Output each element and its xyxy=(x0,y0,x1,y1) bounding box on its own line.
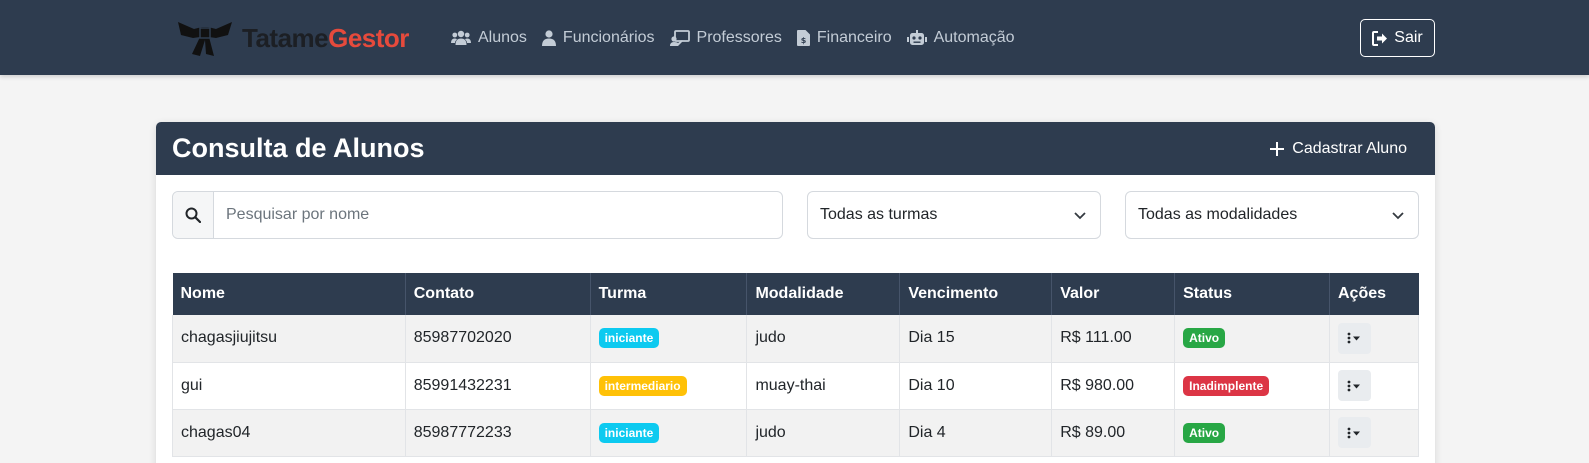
plus-icon xyxy=(1270,142,1285,156)
cell-modalidade: judo xyxy=(746,315,901,363)
app-logo[interactable]: TatameGestor xyxy=(176,18,409,58)
modalidade-select[interactable]: Todas as modalidades xyxy=(1125,191,1419,239)
cell-valor: R$ 89.00 xyxy=(1051,409,1176,457)
cell-contato: 85987772233 xyxy=(405,409,591,457)
cell-modalidade: muay-thai xyxy=(746,362,901,410)
more-options-caret-icon xyxy=(1348,427,1361,438)
column-header[interactable]: Status xyxy=(1174,273,1330,315)
column-header[interactable]: Modalidade xyxy=(746,273,901,315)
row-actions-button[interactable] xyxy=(1337,370,1371,401)
column-header[interactable]: Turma xyxy=(590,273,748,315)
row-actions-button[interactable] xyxy=(1337,417,1371,448)
cell-nome: gui xyxy=(172,362,406,410)
cell-vencimento: Dia 10 xyxy=(899,362,1053,410)
chevron-down-icon xyxy=(1074,212,1086,220)
nav-alunos[interactable]: Alunos xyxy=(451,29,527,47)
table-row[interactable]: chagasjiujitsu 85987702020 iniciante jud… xyxy=(172,315,1420,363)
students-table: Nome Contato Turma Modalidade Vencimento… xyxy=(172,273,1420,457)
turma-select[interactable]: Todas as turmas xyxy=(807,191,1101,239)
turma-badge: iniciante xyxy=(598,328,660,349)
table-header-row: Nome Contato Turma Modalidade Vencimento… xyxy=(172,273,1419,315)
cell-contato: 85987702020 xyxy=(405,315,591,363)
nav-financeiro[interactable]: $ Financeiro xyxy=(796,28,892,47)
status-badge: Ativo xyxy=(1183,422,1226,443)
logo-text-part1: Tatame xyxy=(242,22,329,53)
cell-nome: chagas04 xyxy=(172,409,406,457)
user-icon xyxy=(541,29,556,46)
more-options-caret-icon xyxy=(1348,332,1361,344)
logout-label: Sair xyxy=(1394,29,1423,46)
svg-text:$: $ xyxy=(801,36,807,45)
table-row[interactable]: gui 85991432231 intermediario muay-thai … xyxy=(172,362,1420,410)
logo-text-part2: Gestor xyxy=(328,22,409,53)
black-belt-logo-icon xyxy=(178,22,232,56)
column-header[interactable]: Vencimento xyxy=(899,273,1053,315)
cell-valor: R$ 111.00 xyxy=(1051,315,1176,363)
column-header: Ações xyxy=(1329,273,1419,315)
cell-vencimento: Dia 15 xyxy=(899,315,1053,363)
column-header[interactable]: Contato xyxy=(405,273,591,315)
top-navbar: TatameGestor Alunos Funcionários Profess… xyxy=(0,0,1589,75)
search-group xyxy=(172,191,783,239)
cell-valor: R$ 980.00 xyxy=(1051,362,1176,410)
logout-button[interactable]: Sair xyxy=(1360,19,1435,57)
nav-professores-label: Professores xyxy=(696,28,782,46)
search-input[interactable] xyxy=(214,192,782,238)
cell-contato: 85991432231 xyxy=(405,362,591,410)
more-options-caret-icon xyxy=(1348,380,1361,391)
nav-professores[interactable]: Professores xyxy=(669,28,782,47)
robot-icon xyxy=(906,29,927,45)
add-student-label: Cadastrar Aluno xyxy=(1292,140,1407,157)
users-icon xyxy=(451,30,471,45)
cell-nome: chagasjiujitsu xyxy=(172,315,406,363)
students-card: Consulta de Alunos Cadastrar Aluno Todas… xyxy=(156,122,1435,463)
cell-modalidade: judo xyxy=(746,409,901,457)
sign-out-icon xyxy=(1372,30,1388,46)
nav-funcionarios[interactable]: Funcionários xyxy=(541,28,655,47)
search-addon xyxy=(173,192,214,238)
nav-funcionarios-label: Funcionários xyxy=(562,28,655,46)
turma-badge: iniciante xyxy=(598,422,660,443)
chevron-down-icon xyxy=(1392,212,1404,220)
status-badge: Inadimplente xyxy=(1183,375,1270,396)
nav-automacao-label: Automação xyxy=(933,28,1015,46)
nav-alunos-label: Alunos xyxy=(478,28,527,46)
turma-badge: intermediario xyxy=(598,375,687,396)
chalkboard-teacher-icon xyxy=(669,29,690,46)
turma-select-value: Todas as turmas xyxy=(820,206,938,223)
modalidade-select-value: Todas as modalidades xyxy=(1138,206,1298,223)
page-title: Consulta de Alunos xyxy=(172,133,425,163)
column-header[interactable]: Nome xyxy=(172,273,406,315)
card-header: Consulta de Alunos Cadastrar Aluno xyxy=(156,122,1435,175)
nav-automacao[interactable]: Automação xyxy=(906,28,1015,47)
row-actions-button[interactable] xyxy=(1337,322,1371,354)
column-header[interactable]: Valor xyxy=(1051,273,1176,315)
status-badge: Ativo xyxy=(1183,328,1226,349)
invoice-dollar-icon: $ xyxy=(796,29,810,46)
add-student-button[interactable]: Cadastrar Aluno xyxy=(1258,131,1419,167)
main-nav: Alunos Funcionários Professores $ Financ… xyxy=(451,0,1030,75)
cell-vencimento: Dia 4 xyxy=(899,409,1053,457)
search-icon xyxy=(185,207,201,223)
nav-financeiro-label: Financeiro xyxy=(816,28,892,46)
table-row[interactable]: chagas04 85987772233 iniciante judo Dia … xyxy=(172,409,1420,457)
